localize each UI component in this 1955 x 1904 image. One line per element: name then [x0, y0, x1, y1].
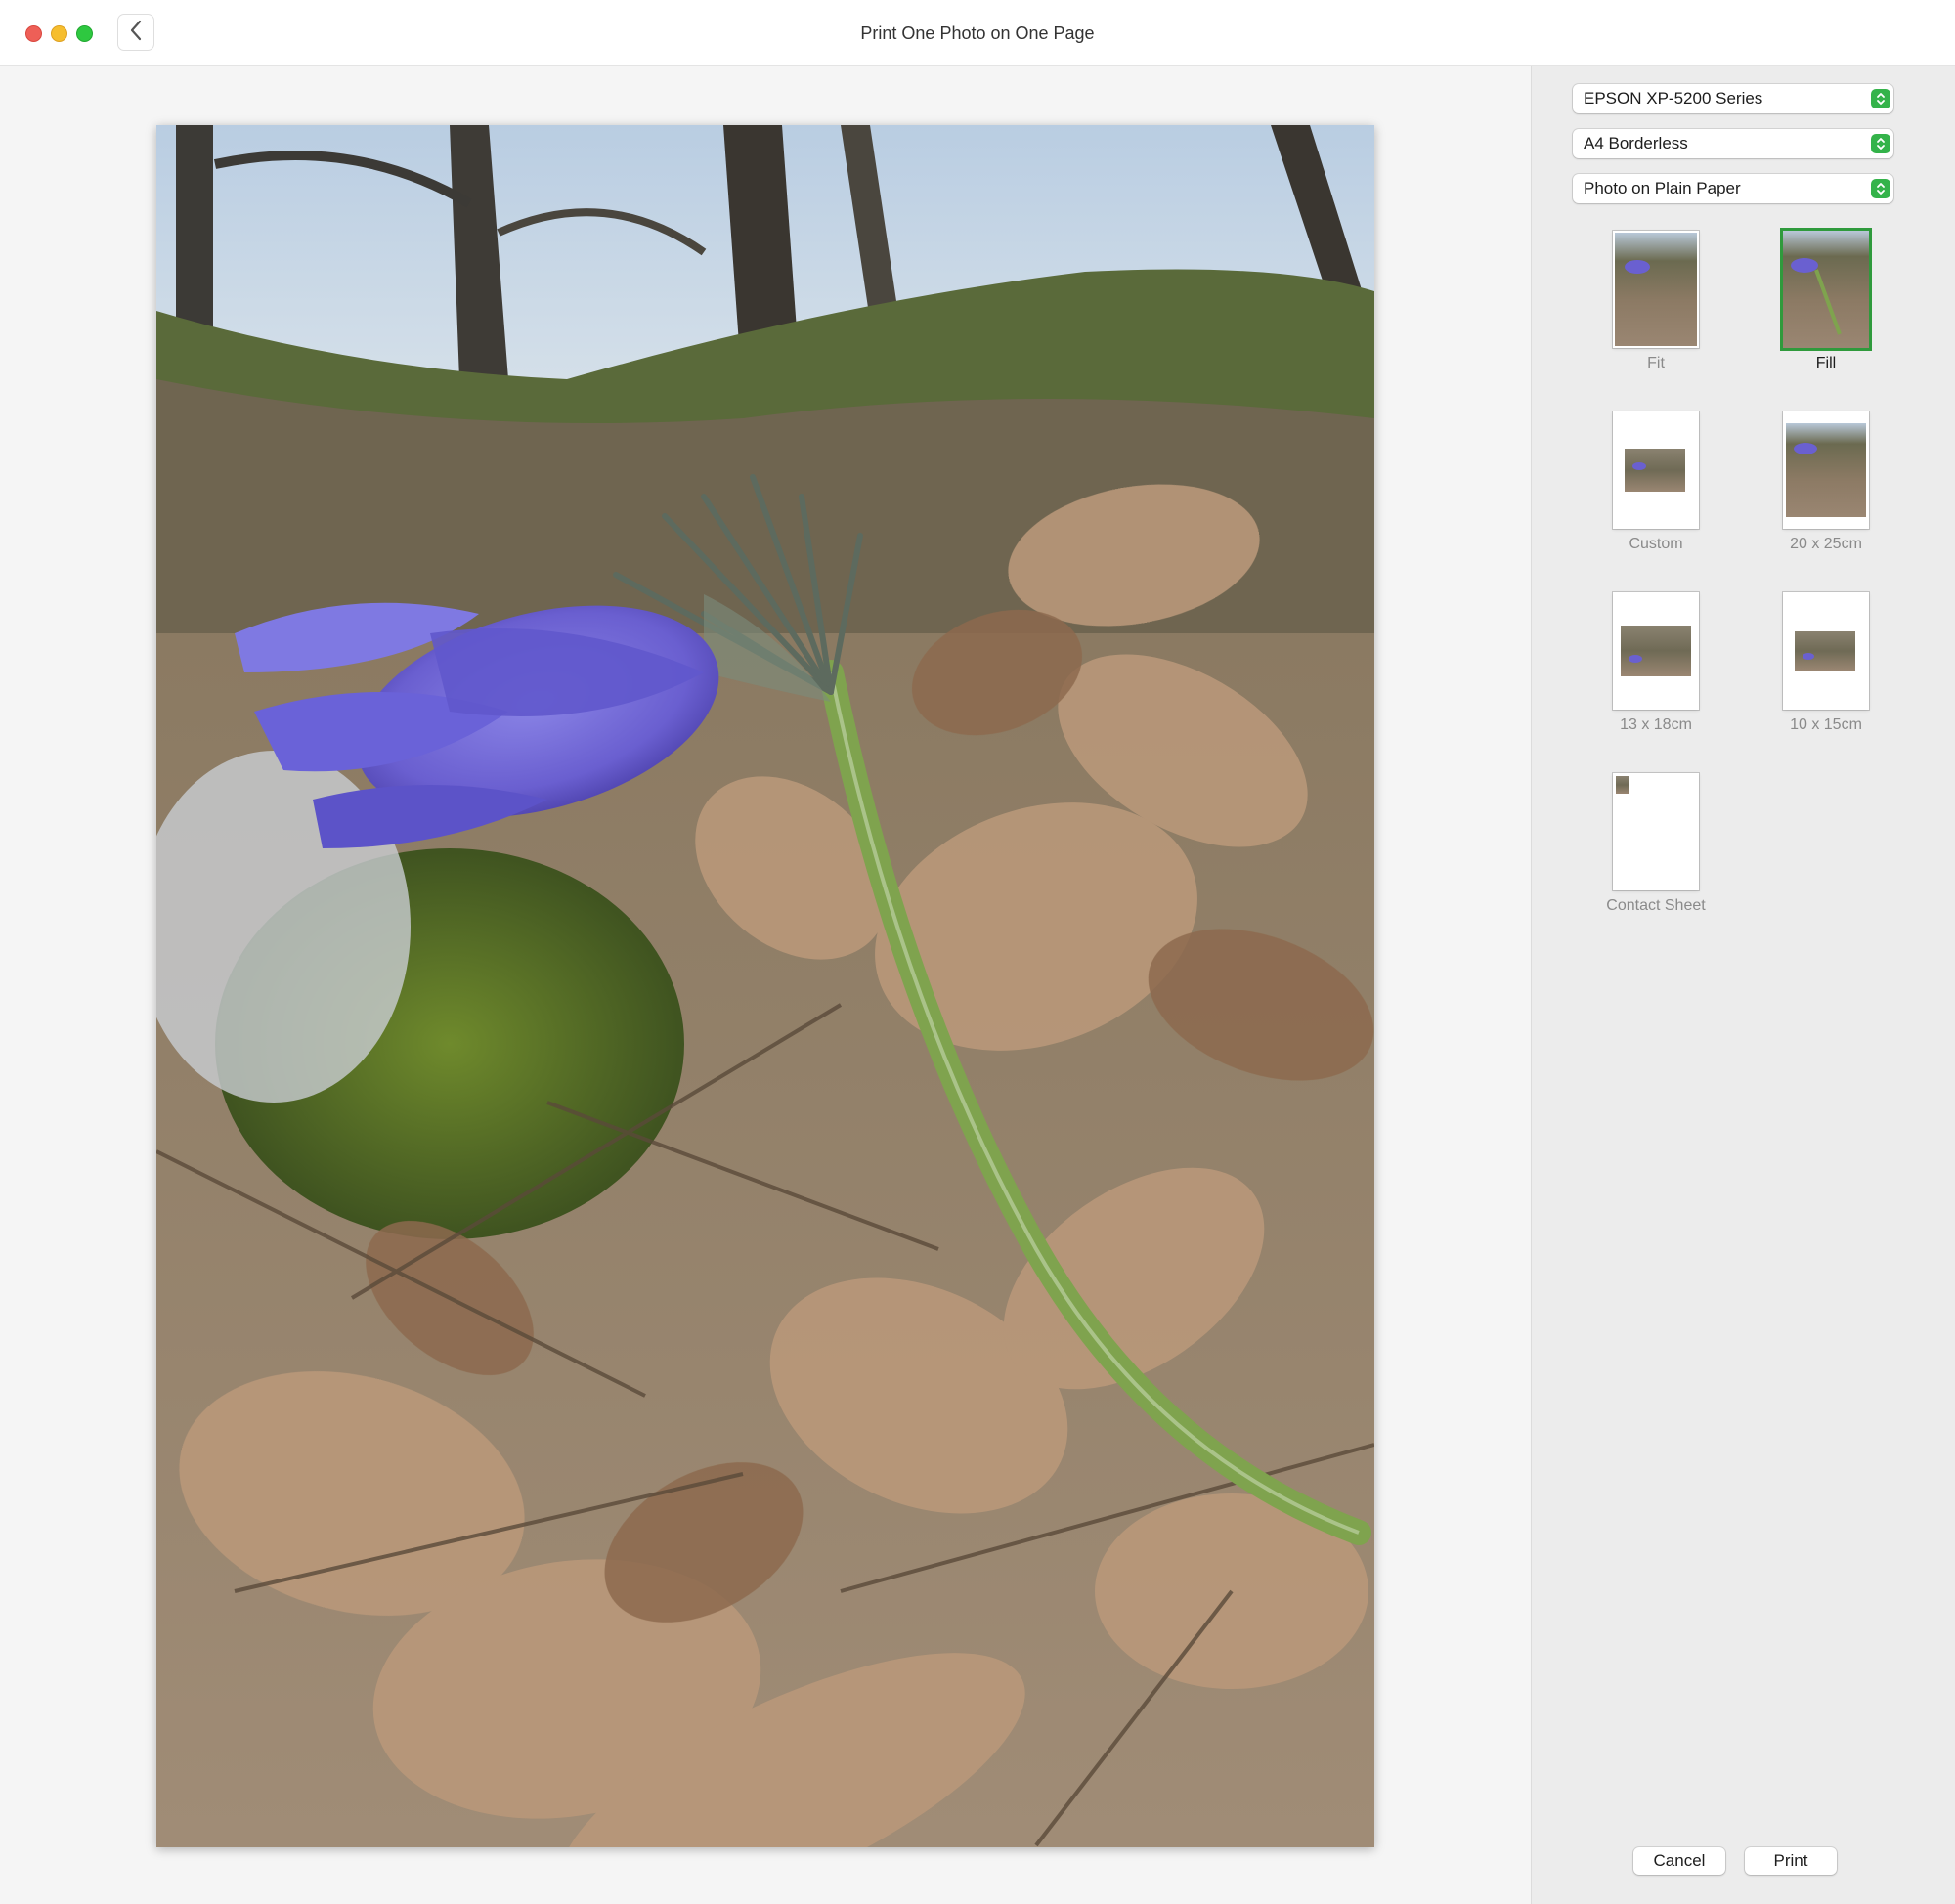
printer-select-value: EPSON XP-5200 Series — [1584, 89, 1763, 108]
up-down-chevron-icon — [1871, 134, 1890, 153]
layout-10x15-thumbnail[interactable] — [1783, 592, 1869, 710]
printer-select[interactable]: EPSON XP-5200 Series — [1573, 84, 1893, 113]
chevron-left-icon — [129, 20, 143, 46]
print-button[interactable]: Print — [1745, 1847, 1837, 1875]
layout-fit-label: Fit — [1647, 355, 1665, 371]
layout-13x18-label: 13 x 18cm — [1620, 716, 1692, 733]
layout-custom-thumbnail[interactable] — [1613, 411, 1699, 529]
print-preview-area — [0, 66, 1531, 1904]
paper-size-select-value: A4 Borderless — [1584, 134, 1688, 152]
paper-size-select[interactable]: A4 Borderless — [1573, 129, 1893, 158]
print-options-sidebar: EPSON XP-5200 Series A4 Borderless Photo… — [1531, 66, 1955, 1904]
up-down-chevron-icon — [1871, 89, 1890, 108]
title-bar: Print One Photo on One Page — [0, 0, 1955, 66]
pasqueflower-photo — [156, 125, 1374, 1847]
layout-contact-sheet-thumbnail[interactable] — [1613, 773, 1699, 890]
layout-fill-thumbnail[interactable] — [1783, 231, 1869, 348]
photo-preview — [156, 125, 1374, 1847]
window-title: Print One Photo on One Page — [860, 23, 1095, 43]
back-button[interactable] — [117, 14, 154, 51]
print-window: Print One Photo on One Page EPSON XP-520… — [0, 0, 1955, 1904]
layout-10x15-label: 10 x 15cm — [1790, 716, 1862, 733]
layout-13x18-thumbnail[interactable] — [1613, 592, 1699, 710]
layout-contact-sheet-label: Contact Sheet — [1606, 897, 1706, 914]
layout-20x25-thumbnail[interactable] — [1783, 411, 1869, 529]
layout-fill-label: Fill — [1815, 355, 1837, 371]
up-down-chevron-icon — [1871, 179, 1890, 198]
cancel-button[interactable]: Cancel — [1633, 1847, 1725, 1875]
layout-20x25-label: 20 x 25cm — [1790, 536, 1862, 552]
paper-type-select-value: Photo on Plain Paper — [1584, 179, 1741, 197]
layout-custom-label: Custom — [1629, 536, 1683, 552]
paper-type-select[interactable]: Photo on Plain Paper — [1573, 174, 1893, 203]
layout-fit-thumbnail[interactable] — [1613, 231, 1699, 348]
